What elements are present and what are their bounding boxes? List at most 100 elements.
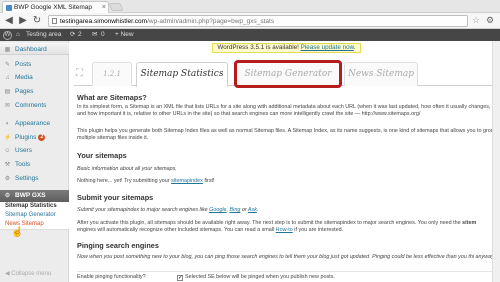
your-sitemaps-empty: Nothing here... yet! Try submitting your… [77, 178, 497, 185]
favicon-icon [6, 5, 12, 11]
tab-sitemap-statistics[interactable]: Sitemap Statistics [136, 62, 228, 87]
browser-tab-title: BWP Google XML Sitemap [14, 4, 93, 11]
submit-text: Submit your sitemapindex to major search… [77, 207, 210, 213]
menu-label: Appearance [15, 120, 51, 127]
google-link[interactable]: Google [209, 207, 226, 213]
media-icon: ♫ [5, 75, 10, 81]
menu-label: Comments [15, 102, 47, 109]
new-content-link[interactable]: + New [115, 29, 134, 41]
submit-end: . [256, 207, 259, 213]
update-now-link[interactable]: Please update now [301, 44, 354, 51]
comments-icon: ✉ [4, 103, 11, 109]
divider [77, 271, 497, 272]
browser-tab[interactable]: BWP Google XML Sitemap × [2, 1, 109, 13]
submit-paragraph-2: After you activate this plugin, all site… [77, 220, 497, 235]
browser-toolbar: ◀ ▶ ↻ testingarea.simonwhistler.com/wp-a… [0, 13, 500, 29]
menu-settings[interactable]: ⚙ Settings [0, 173, 69, 185]
plugins-icon: ⚡ [4, 135, 12, 141]
screen: BWP Google XML Sitemap × ◀ ▶ ↻ testingar… [0, 0, 500, 282]
ask-link[interactable]: Ask [248, 207, 257, 213]
menu-bwp-gxs[interactable]: ⚙ BWP GXS [0, 190, 69, 202]
submit-sep-2: or [240, 207, 248, 213]
version-tab: 1.2.1 [92, 62, 132, 86]
submenu-sitemap-statistics[interactable]: Sitemap Statistics [0, 202, 69, 211]
pages-icon: ▤ [4, 89, 11, 95]
your-sitemaps-info: Basic information about all your sitemap… [77, 166, 177, 172]
comments-count: 0 [101, 31, 105, 38]
heading-pinging: Pinging search engines [77, 241, 159, 250]
ping-setting-label: Enable pinging functionality? [77, 274, 146, 280]
heading-submit-sitemaps: Submit your sitemaps [77, 193, 154, 202]
menu-users[interactable]: ☺ Users [0, 145, 69, 157]
menu-media[interactable]: ♫ Media [0, 72, 69, 84]
address-bar[interactable]: testingarea.simonwhistler.com/wp-admin/a… [48, 15, 468, 27]
menu-dashboard[interactable]: ▦ Dashboard [0, 43, 69, 55]
tab-news-sitemap[interactable]: News Sitemap [344, 62, 418, 86]
updates-count: 2 [78, 31, 82, 38]
empty-text-end: first! [202, 178, 215, 184]
hand-cursor-icon: ☝ [11, 227, 24, 238]
reload-icon[interactable]: ↻ [31, 15, 43, 27]
bookmark-star-icon[interactable]: ☆ [472, 15, 480, 26]
updates-icon[interactable]: ⟳ [70, 29, 75, 41]
update-notice-text: WordPress 3.5.1 is available! [217, 44, 299, 51]
ping-paragraph: Now when you post something new to your … [77, 254, 495, 260]
tab-sitemap-generator[interactable]: Sitemap Generator [234, 60, 342, 88]
plugin-tabs: ⛶ 1.2.1 Sitemap Statistics Sitemap Gener… [74, 60, 500, 88]
wordpress-logo-icon[interactable]: W [3, 30, 12, 40]
close-tab-icon[interactable]: × [102, 2, 106, 13]
menu-label: Tools [15, 161, 31, 168]
admin-sidebar: ▦ Dashboard ✎ Posts ♫ Media ▤ Pages ✉ Comment… [0, 41, 69, 282]
url-path: /wp-admin/admin.php?page=bwp_gxs_stats [147, 18, 275, 25]
settings-wrench-icon[interactable]: ⚙ [486, 15, 494, 26]
submit2-text-b: engines will automatically recognize oth… [77, 227, 276, 234]
menu-pages[interactable]: ▤ Pages [0, 86, 69, 98]
submenu-sitemap-generator[interactable]: Sitemap Generator [0, 211, 69, 220]
menu-label: Posts [15, 61, 32, 68]
what-paragraph-1: In its simplest form, a Sitemap is an XM… [77, 104, 491, 118]
menu-label: Settings [15, 175, 39, 182]
browser-tabbar: BWP Google XML Sitemap × [0, 0, 500, 13]
how-to-link[interactable]: How-to [276, 227, 293, 233]
menu-label: Dashboard [15, 46, 47, 53]
submit-paragraph-1: Submit your sitemapindex to major search… [77, 207, 497, 214]
page-scrollbar[interactable] [492, 41, 500, 282]
menu-appearance[interactable]: ◐ Appearance [0, 118, 69, 130]
menu-plugins[interactable]: ⚡ Plugins 2 [0, 132, 69, 144]
menu-label: BWP GXS [15, 192, 46, 199]
collapse-menu-label: Collapse menu [11, 271, 52, 277]
heading-your-sitemaps: Your sitemaps [77, 151, 127, 160]
menu-label: Media [15, 74, 33, 81]
update-notice: WordPress 3.5.1 is available! Please upd… [73, 43, 500, 53]
plugin-logo-icon: ⛶ [76, 68, 83, 79]
site-name-link[interactable]: Testing area [26, 29, 61, 41]
wp-admin-bar: W ⌂ Testing area ⟳ 2 ✉ 0 + New [0, 29, 500, 41]
empty-text-start: Nothing here... yet! Try submitting your [77, 178, 172, 184]
comments-icon[interactable]: ✉ [92, 29, 97, 41]
enable-pinging-checkbox[interactable]: ✓ [177, 275, 183, 281]
new-tab-button[interactable] [108, 3, 124, 11]
menu-tools[interactable]: ⚒ Tools [0, 159, 69, 171]
back-icon[interactable]: ◀ [3, 15, 15, 27]
bing-link[interactable]: Bing [230, 207, 241, 213]
collapse-menu-link[interactable]: ◀ Collapse menu [5, 270, 51, 277]
what-paragraph-2: This plugin helps you generate both Site… [77, 128, 497, 142]
settings-icon: ⚙ [4, 176, 11, 182]
ping-setting-option: ✓ Selected SE below will be pinged when y… [177, 274, 497, 281]
bwp-gxs-icon: ⚙ [4, 193, 11, 199]
url-host: testingarea.simonwhistler.com [60, 18, 148, 25]
menu-comments[interactable]: ✉ Comments [0, 100, 69, 112]
tools-icon: ⚒ [4, 162, 11, 168]
submit2-text-c: if you are interested. [292, 227, 344, 234]
menu-posts[interactable]: ✎ Posts [0, 59, 69, 71]
ping-option-text: Selected SE below will be pinged when yo… [185, 274, 335, 280]
heading-what-are-sitemaps: What are Sitemaps? [77, 93, 147, 102]
sitemapindex-link[interactable]: sitemapindex [171, 178, 203, 184]
update-notice-box: WordPress 3.5.1 is available! Please upd… [212, 43, 361, 53]
forward-icon[interactable]: ▶ [17, 15, 29, 27]
menu-label: Users [15, 147, 32, 154]
posts-icon: ✎ [4, 62, 11, 68]
bwp-gxs-submenu: Sitemap Statistics Sitemap Generator New… [0, 202, 69, 230]
page-icon [52, 18, 57, 24]
update-notice-end: . [353, 44, 356, 51]
